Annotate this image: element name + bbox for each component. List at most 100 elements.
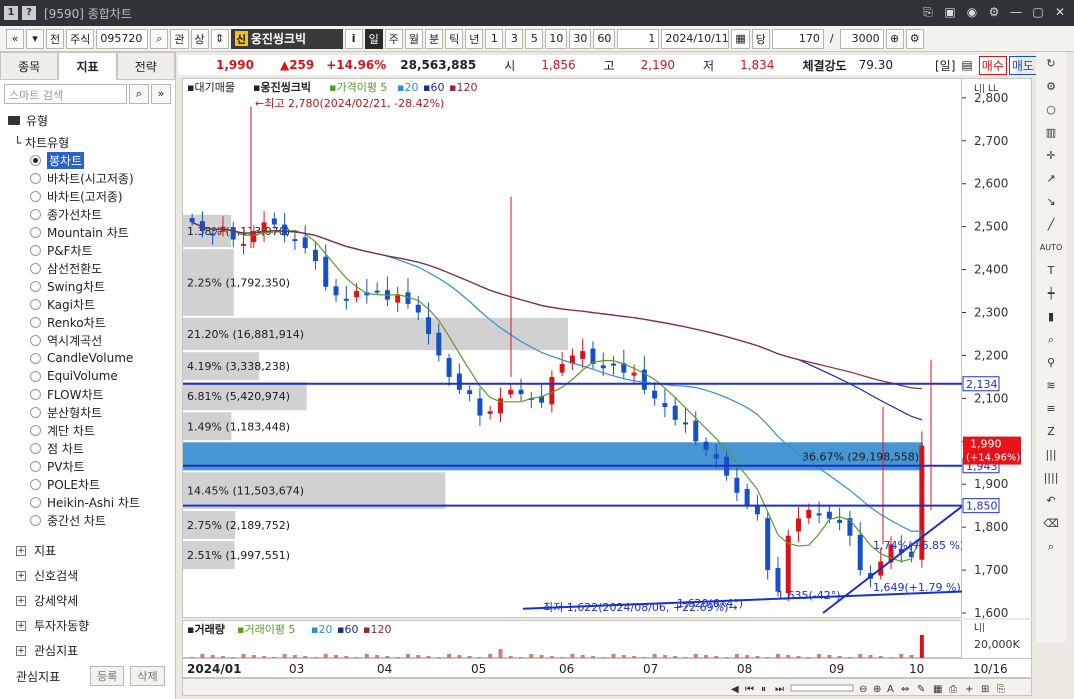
tab-stock[interactable]: 종목 — [0, 52, 59, 80]
interval-select[interactable]: 1 — [617, 28, 660, 49]
interval-60-button[interactable]: 60 — [593, 28, 616, 49]
save-icon[interactable]: ▣ — [942, 4, 958, 20]
chart-type-item[interactable]: 역시계곡선 — [30, 331, 140, 349]
camera-icon[interactable]: ◉ — [964, 4, 980, 20]
radio-icon[interactable] — [30, 262, 41, 274]
calendar-icon[interactable]: ▦ — [731, 28, 750, 49]
zoom-in-icon[interactable]: ⊕ — [885, 28, 904, 49]
auto-tool-icon[interactable]: AUTO — [1039, 237, 1063, 259]
period-year-button[interactable]: 년 — [465, 28, 484, 49]
chart-type-item[interactable]: 분산형차트 — [30, 403, 140, 421]
radio-icon[interactable] — [30, 208, 41, 220]
radio-icon[interactable] — [30, 226, 41, 238]
chart-type-item[interactable]: 계단 차트 — [30, 421, 140, 439]
pointer-tool-icon[interactable]: ↘ — [1039, 191, 1063, 213]
channel-tool-icon[interactable]: ≡ — [1039, 398, 1063, 420]
settings-icon[interactable]: ⚙ — [905, 28, 924, 49]
radio-icon[interactable] — [30, 370, 41, 382]
stock-name-display[interactable]: 신 웅진씽크빅 — [230, 28, 343, 49]
chart-type-item[interactable]: 삼선전환도 — [30, 259, 140, 277]
subcategory-chart-type[interactable]: └ 차트유형 — [14, 134, 69, 151]
price-axis[interactable]: L|| LL 2,800 2,700 2,600 2,500 2,400 2,300 2,20… — [962, 78, 1032, 620]
interval-5-button[interactable]: 5 — [525, 28, 544, 49]
vertical-lines2-icon[interactable]: |||| — [1039, 467, 1063, 489]
refresh-icon[interactable]: ↻ — [1039, 53, 1063, 75]
radio-icon[interactable] — [30, 478, 41, 490]
group-indicator[interactable]: + 지표 — [0, 538, 175, 563]
radio-icon[interactable] — [30, 406, 41, 418]
tab-strategy[interactable]: 전략 — [116, 52, 175, 80]
zoom-slider[interactable] — [790, 684, 854, 692]
text-tool-icon[interactable]: T — [1039, 260, 1063, 282]
window-number-icon[interactable]: 1 — [4, 6, 18, 20]
period-tick-button[interactable]: 틱 — [445, 28, 464, 49]
period-minute-button[interactable]: 분 — [425, 28, 444, 49]
add-icon[interactable]: + — [965, 684, 973, 695]
chart-type-item[interactable]: POLE차트 — [30, 475, 140, 493]
chart-tool-icon[interactable]: ▥ — [1039, 122, 1063, 144]
grid-icon[interactable]: ▦ — [933, 684, 942, 695]
chart-type-item[interactable]: 바차트(고저종) — [30, 187, 140, 205]
settings-small-icon[interactable]: ▤ — [961, 58, 972, 72]
scroll-track[interactable] — [183, 683, 723, 693]
dang-button[interactable]: 당 — [751, 28, 770, 49]
radio-icon[interactable] — [30, 388, 41, 400]
radio-icon[interactable] — [30, 172, 41, 184]
chart-type-item[interactable]: 종가선차트 — [30, 205, 140, 223]
radio-icon[interactable] — [30, 496, 41, 508]
zoom-out-icon[interactable]: ⊖ — [859, 684, 867, 695]
nav-prev-button[interactable]: « — [6, 28, 24, 49]
gwan-button[interactable]: 관 — [170, 28, 189, 49]
volume-chart[interactable]: ▪거래량 ▪거래이평 5 ▪20 ▪60 ▪120 — [182, 620, 962, 659]
tools-icon[interactable]: ✎ — [917, 684, 925, 695]
chart-type-item[interactable]: EquiVolume — [30, 367, 140, 385]
sang-button[interactable]: 상 — [190, 28, 209, 49]
radio-icon[interactable] — [30, 442, 41, 454]
copy-icon[interactable]: ⎘ — [997, 684, 1005, 695]
scroll-start-icon[interactable]: ⏮ — [745, 684, 754, 695]
chart-type-item[interactable]: Swing차트 — [30, 277, 140, 295]
chart-type-item[interactable]: 봉차트 — [30, 151, 140, 169]
search-icon[interactable]: ⌕ — [129, 84, 149, 104]
interval-1-button[interactable]: 1 — [485, 28, 504, 49]
radio-icon[interactable] — [30, 280, 41, 292]
buy-button[interactable]: 매수 — [978, 55, 1007, 75]
stock-info-button[interactable]: i — [344, 28, 363, 49]
group-signal-search[interactable]: + 신호검색 — [0, 563, 175, 588]
market-type-select[interactable]: 주식 — [66, 28, 95, 49]
settings-icon[interactable]: ⚙ — [1039, 76, 1063, 98]
scroll-end-icon[interactable]: ⏭ — [775, 684, 784, 695]
arrow-tool-icon[interactable]: ↗ — [1039, 168, 1063, 190]
chart-type-item[interactable]: 바차트(시고저종) — [30, 169, 140, 187]
maximize-icon[interactable]: ▢ — [1030, 4, 1046, 20]
date-input[interactable]: 2024/10/11 — [661, 28, 730, 49]
stock-code-input[interactable]: 095720 — [96, 28, 149, 49]
group-strength[interactable]: + 강세약세 — [0, 588, 175, 613]
zoom-tool-icon[interactable]: ⚲ — [1039, 352, 1063, 374]
search-icon[interactable]: ⌕ — [150, 28, 169, 49]
link-icon[interactable]: ⎘ — [920, 4, 936, 20]
chart-type-item[interactable]: 점 차트 — [30, 439, 140, 457]
close-icon[interactable]: ✕ — [1052, 4, 1068, 20]
period-week-button[interactable]: 주 — [384, 28, 403, 49]
fibonacci-tool-icon[interactable]: ≋ — [1039, 375, 1063, 397]
chart-type-item[interactable]: CandleVolume — [30, 349, 140, 367]
magnify-tool-icon[interactable]: ⌕ — [1039, 329, 1063, 351]
group-investor[interactable]: + 투자자동향 — [0, 613, 175, 638]
count-input[interactable]: 170 — [771, 28, 824, 49]
scroll-left-icon[interactable]: ◀ — [731, 684, 739, 695]
pause-icon[interactable]: ⏸ — [761, 684, 766, 695]
radio-icon[interactable] — [30, 424, 41, 436]
gear-icon[interactable]: ⚙ — [986, 4, 1002, 20]
minimize-icon[interactable]: — — [1008, 4, 1024, 20]
erase-icon[interactable]: ⌫ — [1039, 513, 1063, 535]
tab-indicator[interactable]: 지표 — [58, 52, 117, 80]
radio-icon[interactable] — [30, 190, 41, 202]
layout-icon[interactable]: ⊞ — [981, 684, 989, 695]
auto-icon[interactable]: A — [887, 684, 894, 695]
circle-tool-icon[interactable]: ○ — [1039, 99, 1063, 121]
line-tool-icon[interactable]: ╱ — [1039, 214, 1063, 236]
zigzag-tool-icon[interactable]: Z — [1039, 421, 1063, 443]
fit-icon[interactable]: ⇔ — [901, 684, 909, 695]
chart-type-item[interactable]: PV차트 — [30, 457, 140, 475]
